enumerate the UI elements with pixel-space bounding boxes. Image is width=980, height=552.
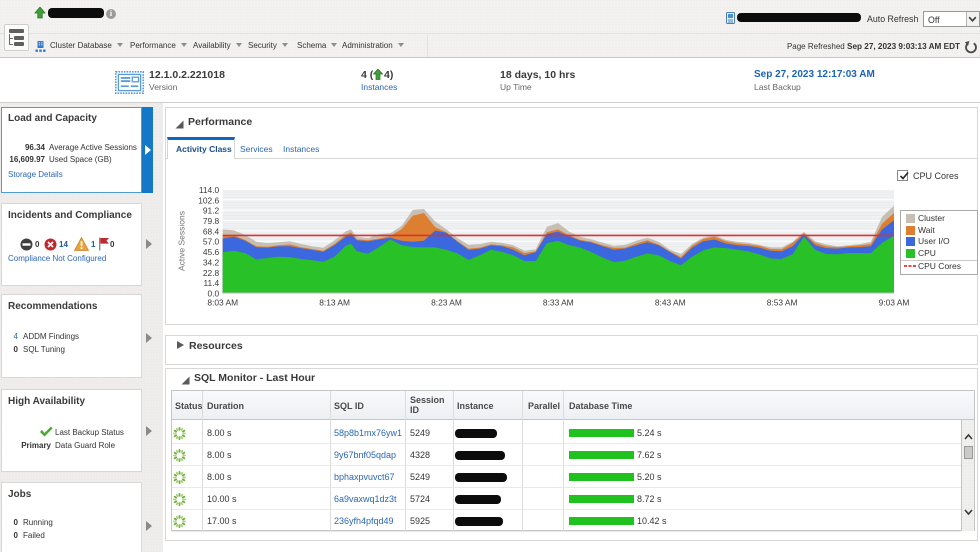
svg-text:8:03 AM: 8:03 AM <box>207 298 238 308</box>
svg-text:8:13 AM: 8:13 AM <box>319 298 350 308</box>
svg-text:Active Sessions: Active Sessions <box>178 211 187 271</box>
svg-text:57.0: 57.0 <box>203 237 220 247</box>
svg-text:8:33 AM: 8:33 AM <box>543 298 574 308</box>
svg-text:11.4: 11.4 <box>204 278 220 288</box>
svg-text:114.0: 114.0 <box>199 185 220 195</box>
svg-text:8:43 AM: 8:43 AM <box>655 298 686 308</box>
svg-text:8:23 AM: 8:23 AM <box>431 298 462 308</box>
svg-text:45.6: 45.6 <box>203 247 220 257</box>
svg-text:102.6: 102.6 <box>198 195 219 205</box>
svg-text:9:03 AM: 9:03 AM <box>879 298 910 308</box>
svg-text:22.8: 22.8 <box>203 268 220 278</box>
svg-text:91.2: 91.2 <box>203 206 220 216</box>
svg-text:8:53 AM: 8:53 AM <box>767 298 798 308</box>
svg-text:68.4: 68.4 <box>203 226 220 236</box>
svg-text:79.8: 79.8 <box>203 216 220 226</box>
svg-text:34.2: 34.2 <box>203 257 220 267</box>
